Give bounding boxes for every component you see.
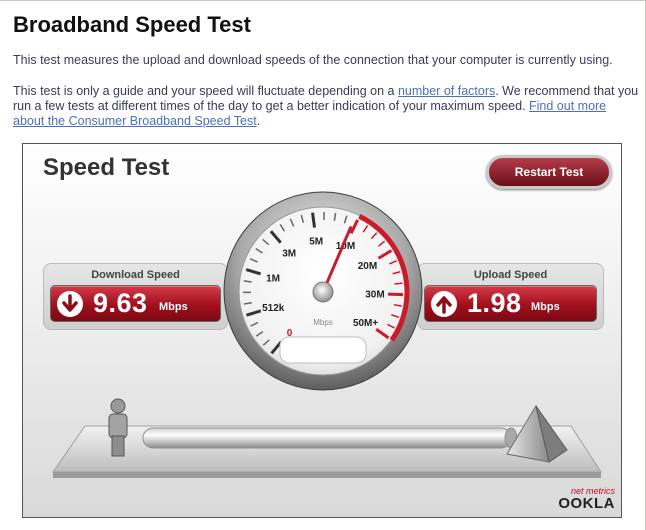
gauge-scale-label: 3M — [282, 249, 296, 260]
connection-tube — [142, 427, 512, 449]
number-of-factors-link[interactable]: number of factors — [398, 84, 495, 98]
ookla-logo: net metrics OOKLA — [558, 487, 615, 512]
frame-top-border — [0, 0, 646, 1]
speed-gauge: 0512k1M3M5M 10M20M30M50M+ Mbps — [223, 191, 423, 391]
page-title: Broadband Speed Test — [13, 12, 251, 37]
gauge-tick — [311, 212, 317, 228]
gauge-hub — [312, 281, 334, 303]
download-speed-unit: Mbps — [159, 301, 188, 313]
download-speed-panel: Download Speed 9.63 Mbps — [43, 263, 228, 330]
arrow-down-icon — [57, 291, 83, 317]
guide-paragraph: This test is only a guide and your speed… — [13, 84, 639, 129]
guide-text-a: This test is only a guide and your speed… — [13, 84, 398, 98]
intro-paragraph: This test measures the upload and downlo… — [13, 53, 613, 67]
download-speed-label: Download Speed — [91, 269, 180, 281]
upload-speed-display: 1.98 Mbps — [424, 285, 597, 322]
gauge-scale-label: 5M — [309, 236, 323, 247]
upload-speed-unit: Mbps — [531, 301, 560, 313]
gauge-scale-label: 1M — [266, 273, 280, 284]
guide-text-c: . — [256, 114, 261, 128]
gauge-scale-label: 20M — [358, 261, 377, 272]
download-speed-value: 9.63 — [93, 288, 148, 318]
widget-title: Speed Test — [43, 154, 170, 181]
gauge-scale-label: 30M — [365, 290, 384, 301]
upload-speed-value: 1.98 — [467, 288, 522, 318]
arrow-up-icon — [431, 291, 457, 317]
platform-edge — [53, 472, 601, 478]
download-speed-display: 9.63 Mbps — [50, 285, 221, 322]
gauge-scale-label: 512k — [262, 303, 285, 314]
connection-illustration — [52, 398, 602, 478]
gauge-tick — [394, 282, 403, 285]
user-figure-icon — [108, 398, 128, 457]
restart-test-button[interactable]: Restart Test — [486, 155, 612, 189]
speed-test-widget: Speed Test Restart Test Download Speed 9… — [22, 143, 622, 518]
gauge-scale-label: 50M+ — [353, 318, 378, 329]
upload-speed-panel: Upload Speed 1.98 Mbps — [417, 263, 604, 330]
brand-name: OOKLA — [558, 495, 615, 512]
gauge-readout-box — [279, 336, 367, 364]
upload-speed-label: Upload Speed — [473, 269, 548, 281]
gauge-unit-label: Mbps — [313, 318, 333, 327]
